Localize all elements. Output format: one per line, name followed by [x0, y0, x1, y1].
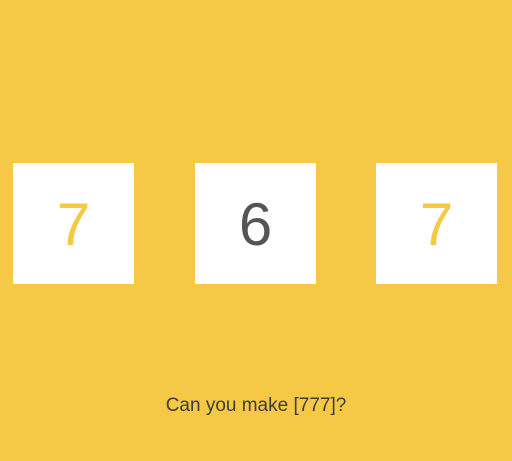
digit-tile-3[interactable]: 7	[376, 163, 497, 284]
digit-tile-1[interactable]: 7	[13, 163, 134, 284]
digit-tile-1-value: 7	[56, 190, 91, 258]
digit-tile-2-value: 6	[238, 190, 273, 258]
digit-tile-2[interactable]: 6	[195, 163, 316, 284]
challenge-prompt: Can you make [777]?	[165, 395, 347, 416]
digit-tile-3-value: 7	[419, 190, 454, 258]
tile-row: 7 6 7	[0, 163, 512, 285]
